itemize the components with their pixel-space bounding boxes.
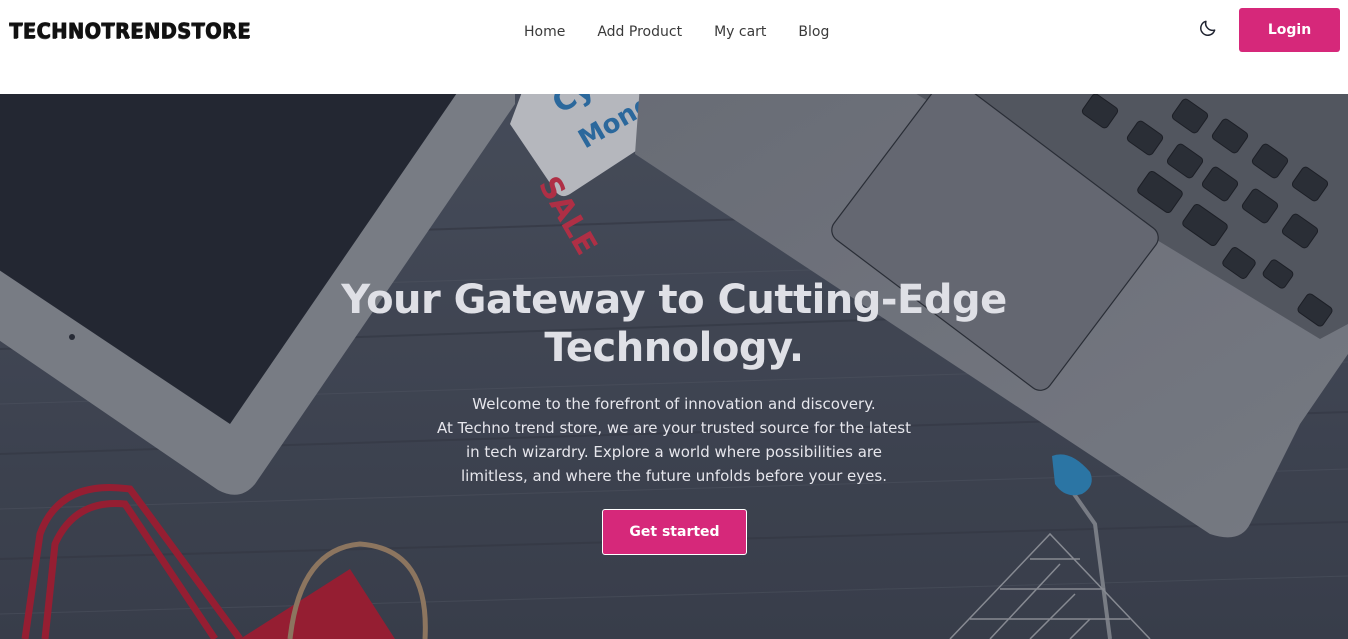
moon-icon xyxy=(1200,20,1216,36)
nav-link-blog[interactable]: Blog xyxy=(782,20,845,44)
main-nav: Home Add Product My cart Blog xyxy=(508,20,845,44)
navbar: TECHNOTRENDSTORE Home Add Product My car… xyxy=(0,0,1348,94)
hero-content: Your Gateway to Cutting-Edge Technology.… xyxy=(0,94,1348,639)
theme-toggle-button[interactable] xyxy=(1196,16,1220,40)
nav-link-add-product[interactable]: Add Product xyxy=(581,20,698,44)
get-started-button[interactable]: Get started xyxy=(602,509,747,555)
nav-link-my-cart[interactable]: My cart xyxy=(698,20,782,44)
hero-section: Cy Monday SALE Your Gateway to Cutting-E… xyxy=(0,94,1348,639)
site-logo[interactable]: TECHNOTRENDSTORE xyxy=(9,17,251,45)
hero-description-line: Welcome to the forefront of innovation a… xyxy=(472,395,876,413)
hero-title: Your Gateway to Cutting-Edge Technology. xyxy=(341,277,1007,371)
nav-link-home[interactable]: Home xyxy=(508,20,581,44)
hero-description-line: in tech wizardry. Explore a world where … xyxy=(465,443,882,461)
login-button[interactable]: Login xyxy=(1239,8,1340,52)
hero-description-line: limitless, and where the future unfolds … xyxy=(461,467,887,485)
hero-description-line: At Techno trend store, we are your trust… xyxy=(437,419,911,437)
hero-description: Welcome to the forefront of innovation a… xyxy=(374,392,974,488)
